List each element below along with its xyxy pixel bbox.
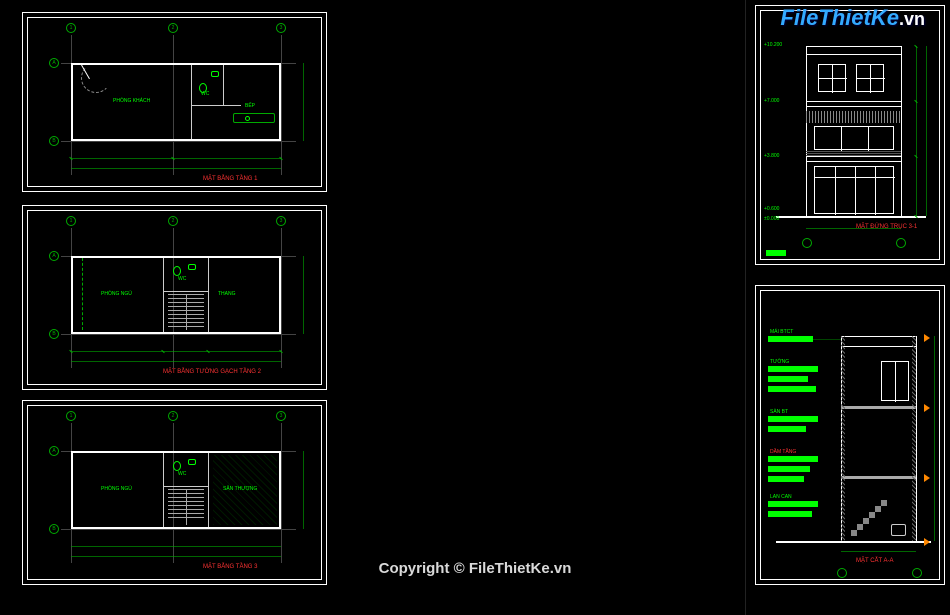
stair [168, 294, 204, 330]
drawing-title: MẶT BẰNG TẦNG 3 [203, 564, 257, 570]
watermark-logo: FileThietKe.vn [780, 5, 925, 31]
grid-bubble: 1 [66, 23, 76, 33]
room-label: PHÒNG KHÁCH [113, 98, 150, 104]
logo-ext: .vn [899, 9, 925, 29]
room-label: BẾP [245, 103, 255, 109]
cad-canvas[interactable]: 1 2 3 A B PHÒNG KHÁCH WC BẾP MẶT [0, 0, 950, 615]
drawing-title: MẶT BẰNG TƯỜNG GẠCH TẦNG 2 [163, 369, 261, 375]
grid-bubble: 2 [168, 23, 178, 33]
drawing-title: MẶT CẮT A-A [856, 558, 893, 564]
sheet-plan-2: 1 2 3 A B PHÒNG NGỦ WC [22, 205, 327, 390]
watermark-copyright: Copyright © FileThietKe.vn [379, 560, 572, 577]
grid-bubble: B [49, 136, 59, 146]
sheet-section-1: MÁI BTCT TƯỜNG SÀN BT DẦM TẦNG LAN CAN M… [755, 285, 945, 585]
drawing-title: MẶT ĐỨNG TRỤC 3-1 [856, 224, 917, 230]
sheet-elevation-1: +10.200 +7.000 +3.800 +0.600 ±0.000 MẶT … [755, 5, 945, 265]
sheet-plan-1: 1 2 3 A B PHÒNG KHÁCH WC BẾP MẶT [22, 12, 327, 192]
grid-bubble: A [49, 58, 59, 68]
counter-fixture [233, 113, 275, 123]
room-label: WC [201, 91, 209, 97]
grid-bubble: 3 [276, 23, 286, 33]
logo-text: FileThietKe [780, 5, 899, 30]
drawing-title: MẶT BẰNG TẦNG 1 [203, 176, 257, 182]
sink-fixture [211, 71, 219, 77]
level-marker-icon [924, 334, 930, 342]
sheet-plan-3: 1 2 3 A B PHÒNG NGỦ WC SÂN THƯỢNG MẶT BẰ… [22, 400, 327, 585]
